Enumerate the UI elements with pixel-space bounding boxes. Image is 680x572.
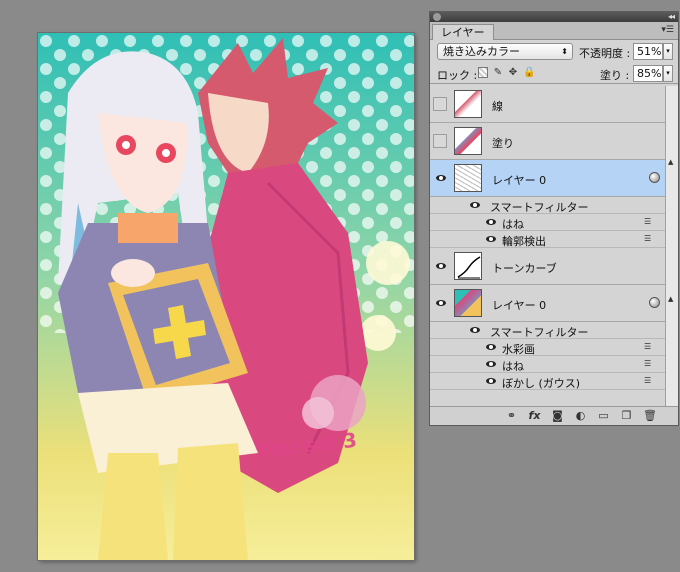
panel-menu-icon[interactable]: ▾☰ bbox=[661, 25, 674, 35]
filter-name: はね bbox=[502, 360, 524, 373]
curve-graph-icon bbox=[455, 253, 481, 279]
fx-icon[interactable]: fx bbox=[528, 410, 541, 422]
filter-name: 水彩画 bbox=[502, 343, 535, 356]
new-layer-icon[interactable]: ❐ bbox=[620, 410, 633, 422]
filter-name: はね bbox=[502, 218, 524, 231]
visibility-toggle[interactable] bbox=[433, 259, 447, 273]
fill-input[interactable]: 85% bbox=[633, 65, 663, 82]
panel-tabbar: レイヤー ▾☰ bbox=[430, 22, 678, 40]
layer-row[interactable]: 線 bbox=[430, 86, 666, 123]
lock-transparency-icon[interactable] bbox=[478, 67, 488, 78]
group-folder-icon[interactable]: ▭ bbox=[597, 410, 610, 422]
layer-thumbnail bbox=[454, 289, 482, 317]
filter-row[interactable]: 水彩画 ☰ bbox=[430, 339, 666, 356]
fill-dropdown-icon[interactable]: ▾ bbox=[663, 65, 673, 82]
collapse-icon[interactable]: ◂◂ bbox=[668, 12, 675, 22]
opacity-label: 不透明度 : bbox=[579, 47, 631, 60]
layer-name[interactable]: レイヤー 0 bbox=[492, 172, 546, 188]
blend-mode-select[interactable]: 焼き込みカラー ⬍ bbox=[437, 43, 573, 60]
layer-thumbnail bbox=[454, 127, 482, 155]
fill-label: 塗り : bbox=[600, 69, 630, 82]
layer-thumbnail bbox=[454, 164, 482, 192]
blending-options-icon[interactable]: ☰ bbox=[644, 342, 656, 352]
lock-all-icon[interactable]: 🔒 bbox=[523, 67, 535, 78]
eye-icon[interactable] bbox=[486, 344, 496, 350]
layer-name[interactable]: 塗り bbox=[492, 135, 514, 151]
blending-options-icon[interactable]: ☰ bbox=[644, 234, 656, 244]
document-canvas[interactable]: You sol 3 bbox=[38, 33, 414, 560]
blend-row: 焼き込みカラー ⬍ 不透明度 : 51% ▾ bbox=[430, 40, 678, 62]
trash-icon[interactable]: 🗑 bbox=[643, 410, 657, 422]
filter-row[interactable]: はね ☰ bbox=[430, 214, 666, 231]
eye-icon[interactable] bbox=[486, 378, 496, 384]
lock-row: ロック : ✎ ✥ 🔒 塗り : 85% ▾ bbox=[430, 62, 678, 84]
blending-options-icon[interactable]: ☰ bbox=[644, 376, 656, 386]
eye-icon bbox=[436, 175, 446, 181]
panel-bottom-toolbar: ⚭ fx ◙ ◐ ▭ ❐ 🗑 bbox=[430, 406, 678, 425]
select-arrows-icon: ⬍ bbox=[561, 47, 568, 56]
blend-mode-value: 焼き込みカラー bbox=[443, 45, 520, 58]
visibility-toggle[interactable] bbox=[433, 171, 447, 185]
collapse-arrow-icon[interactable]: ▲ bbox=[668, 158, 673, 166]
layer-name[interactable]: 線 bbox=[492, 98, 503, 114]
blending-options-icon[interactable]: ☰ bbox=[644, 359, 656, 369]
eye-icon[interactable] bbox=[470, 327, 480, 333]
filter-name: 輪郭検出 bbox=[502, 235, 546, 248]
panel-titlebar[interactable]: ◂◂ bbox=[430, 12, 678, 22]
filter-row[interactable]: はね ☰ bbox=[430, 356, 666, 373]
smart-filters-row[interactable]: スマートフィルター bbox=[430, 197, 666, 214]
lock-label: ロック : bbox=[437, 69, 478, 82]
eye-icon[interactable] bbox=[470, 202, 480, 208]
layer-name[interactable]: トーンカーブ bbox=[492, 260, 557, 276]
artwork bbox=[38, 33, 414, 560]
smart-filters-label: スマートフィルター bbox=[490, 201, 589, 214]
opacity-dropdown-icon[interactable]: ▾ bbox=[663, 43, 673, 60]
layer-row-selected[interactable]: レイヤー 0 bbox=[430, 160, 666, 197]
close-icon[interactable] bbox=[433, 13, 441, 21]
layer-name[interactable]: レイヤー 0 bbox=[492, 297, 546, 313]
visibility-toggle[interactable] bbox=[433, 296, 447, 310]
eye-icon[interactable] bbox=[486, 361, 496, 367]
filter-row[interactable]: ぼかし (ガウス) ☰ bbox=[430, 373, 666, 390]
smart-object-icon bbox=[649, 297, 660, 308]
mask-icon[interactable]: ◙ bbox=[551, 410, 564, 422]
tab-layers[interactable]: レイヤー bbox=[432, 24, 494, 40]
curves-adjustment-thumbnail bbox=[454, 252, 482, 280]
layer-row[interactable]: 塗り bbox=[430, 123, 666, 160]
smart-filters-row[interactable]: スマートフィルター bbox=[430, 322, 666, 339]
eye-icon[interactable] bbox=[486, 219, 496, 225]
collapse-arrow-icon[interactable]: ▲ bbox=[668, 295, 673, 303]
layer-row[interactable]: トーンカーブ bbox=[430, 248, 666, 285]
layers-list: 線 塗り レイヤー 0 スマートフィルター はね ☰ 輪郭検出 ☰ トーンカーブ… bbox=[430, 86, 666, 407]
filter-row[interactable]: 輪郭検出 ☰ bbox=[430, 231, 666, 248]
layer-thumbnail bbox=[454, 90, 482, 118]
lock-paint-icon[interactable]: ✎ bbox=[493, 67, 503, 78]
layers-scrollbar[interactable]: ▲ ▲ bbox=[665, 86, 678, 407]
visibility-toggle[interactable] bbox=[433, 134, 447, 148]
visibility-toggle[interactable] bbox=[433, 97, 447, 111]
smart-object-icon bbox=[649, 172, 660, 183]
lock-move-icon[interactable]: ✥ bbox=[508, 67, 518, 78]
eye-icon bbox=[436, 300, 446, 306]
eye-icon[interactable] bbox=[486, 236, 496, 242]
link-icon[interactable]: ⚭ bbox=[505, 410, 518, 422]
filter-name: ぼかし (ガウス) bbox=[502, 377, 581, 390]
opacity-input[interactable]: 51% bbox=[633, 43, 663, 60]
eye-icon bbox=[436, 263, 446, 269]
blending-options-icon[interactable]: ☰ bbox=[644, 217, 656, 227]
adjustment-icon[interactable]: ◐ bbox=[574, 410, 587, 422]
layer-row[interactable]: レイヤー 0 bbox=[430, 285, 666, 322]
layers-panel[interactable]: ◂◂ レイヤー ▾☰ 焼き込みカラー ⬍ 不透明度 : 51% ▾ ロック : … bbox=[429, 11, 679, 426]
smart-filters-label: スマートフィルター bbox=[490, 326, 589, 339]
